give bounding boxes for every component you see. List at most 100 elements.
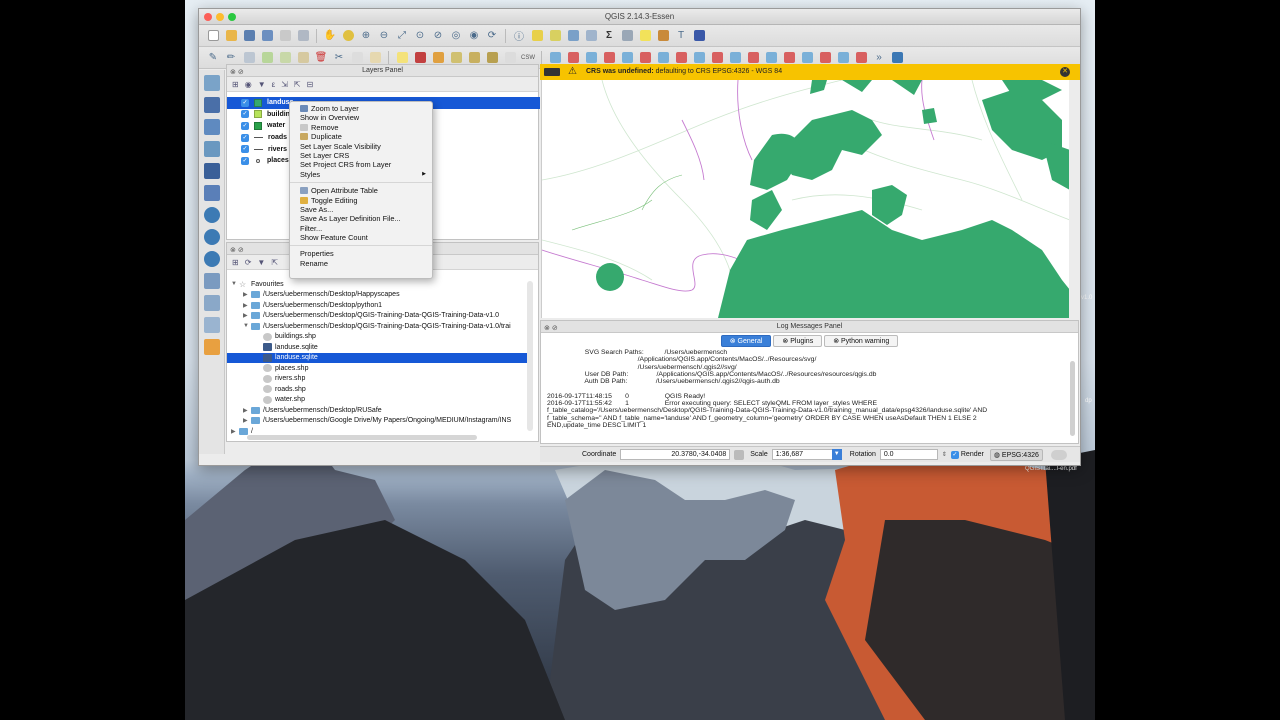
zoom-window-button[interactable] <box>228 13 236 21</box>
log-panel-close-icon[interactable]: ⊗⊘ <box>544 323 560 335</box>
expand-all-icon[interactable]: ⇲ <box>281 80 288 89</box>
browser-item[interactable]: rivers.shp <box>227 374 538 385</box>
layer-visibility-checkbox[interactable]: ✓ <box>241 110 249 119</box>
remove-layer-icon[interactable]: ⊟ <box>307 80 314 89</box>
layer-visibility-checkbox[interactable]: ✓ <box>241 133 249 142</box>
menu-item-save-as[interactable]: Save As... <box>290 205 432 214</box>
layer-visibility-checkbox[interactable]: ✓ <box>241 156 249 165</box>
browser-item[interactable]: landuse.sqlite <box>227 342 538 353</box>
attribute-table-icon[interactable] <box>583 28 599 44</box>
crs-status-button[interactable]: ◍ EPSG:4326 <box>989 448 1043 461</box>
menu-item-set-layer-scale-visibility[interactable]: Set Layer Scale Visibility <box>290 142 432 151</box>
expand-arrow-icon[interactable]: ▼ <box>231 281 239 287</box>
layer-visibility-checkbox[interactable]: ✓ <box>241 145 249 154</box>
expand-arrow-icon[interactable]: ▼ <box>243 323 251 329</box>
zoom-last-icon[interactable]: ◎ <box>448 28 464 44</box>
layer-visibility-checkbox[interactable]: ✓ <box>241 98 249 107</box>
current-edits-icon[interactable]: ✎ <box>205 50 221 66</box>
add-delimited-text-icon[interactable] <box>204 273 220 289</box>
manage-visibility-icon[interactable]: ◉ <box>245 80 252 89</box>
browser-item[interactable]: ▶ /Users/uebermensch/Google Drive/My Pape… <box>227 416 538 427</box>
browser-item[interactable]: ▶ /Users/uebermensch/Desktop/RUSafe <box>227 405 538 416</box>
expand-arrow-icon[interactable]: ▶ <box>243 407 251 414</box>
toggle-extents-icon[interactable] <box>734 449 745 460</box>
open-project-icon[interactable] <box>223 28 239 44</box>
add-wcs-layer-icon[interactable] <box>204 229 220 245</box>
select-features-icon[interactable] <box>529 28 545 44</box>
text-annotation-icon[interactable]: T <box>673 28 689 44</box>
coordinate-field[interactable]: 20.3780,-34.0408 <box>620 449 731 460</box>
scale-dropdown-icon[interactable]: ▼ <box>831 449 842 460</box>
menu-item-set-project-crs-from-layer[interactable]: Set Project CRS from Layer <box>290 160 432 169</box>
collapse-all-icon[interactable]: ⇱ <box>294 80 301 89</box>
message-bar-toggle-icon[interactable] <box>544 68 560 76</box>
refresh-icon[interactable]: ⟳ <box>484 28 500 44</box>
zoom-to-selection-icon[interactable]: ⊙ <box>412 28 428 44</box>
help-icon[interactable] <box>691 28 707 44</box>
statistics-sigma-icon[interactable]: Σ <box>601 28 617 44</box>
zoom-full-icon[interactable]: ⤢ <box>394 28 410 44</box>
map-canvas[interactable] <box>541 80 1069 318</box>
pan-hand-icon[interactable]: ✋ <box>322 28 338 44</box>
save-as-icon[interactable] <box>259 28 275 44</box>
scale-combobox[interactable]: 1:36,687 ▼ <box>771 449 842 460</box>
browser-panel-close-icon[interactable]: ⊗⊘ <box>230 245 246 257</box>
browser-item[interactable]: roads.shp <box>227 384 538 395</box>
menu-item-duplicate[interactable]: Duplicate <box>290 132 432 141</box>
menu-item-styles[interactable]: Styles ▶ <box>290 170 432 179</box>
filter-legend-icon[interactable]: ▼ <box>258 80 266 89</box>
add-spatialite-layer-icon[interactable] <box>204 141 220 157</box>
rotation-field[interactable]: 0.0 <box>879 449 938 460</box>
add-oracle-layer-icon[interactable] <box>204 185 220 201</box>
close-warning-icon[interactable]: ✕ <box>1060 67 1070 77</box>
log-tab-python-warning[interactable]: ⊗ Python warning <box>824 335 899 347</box>
zoom-out-icon[interactable]: ⊖ <box>376 28 392 44</box>
desktop-file-label[interactable]: QGISTrai....l-en.pdf <box>1025 466 1077 472</box>
browser-item[interactable]: ▼ /Users/uebermensch/Desktop/QGIS-Trainin… <box>227 321 538 332</box>
expand-arrow-icon[interactable]: ▶ <box>243 312 251 319</box>
map-tips-icon[interactable] <box>637 28 653 44</box>
menu-item-open-attribute-table[interactable]: Open Attribute Table <box>290 186 432 195</box>
expand-arrow-icon[interactable]: ▶ <box>231 428 239 435</box>
menu-item-toggle-editing[interactable]: Toggle Editing <box>290 196 432 205</box>
menu-item-remove[interactable]: Remove <box>290 123 432 132</box>
pan-to-selection-icon[interactable] <box>340 28 356 44</box>
add-group-icon[interactable]: ⊞ <box>232 80 239 89</box>
new-shapefile-icon[interactable] <box>204 317 220 333</box>
add-raster-layer-icon[interactable] <box>204 97 220 113</box>
layers-panel-close-icon[interactable]: ⊗⊘ <box>230 67 246 79</box>
menu-item-zoom-to-layer[interactable]: Zoom to Layer <box>290 104 432 113</box>
measure-icon[interactable] <box>619 28 635 44</box>
browser-item[interactable]: landuse.sqlite <box>227 352 531 363</box>
add-vector-layer-icon[interactable] <box>204 75 220 91</box>
bookmarks-icon[interactable] <box>655 28 671 44</box>
expand-arrow-icon[interactable]: ▶ <box>243 417 251 424</box>
browser-item[interactable]: places.shp <box>227 363 538 374</box>
tab-close-icon[interactable]: ⊗ <box>730 338 738 345</box>
browser-collapse-icon[interactable]: ⇱ <box>271 258 278 267</box>
zoom-in-icon[interactable]: ⊕ <box>358 28 374 44</box>
log-tab-general[interactable]: ⊗ General <box>720 335 772 347</box>
add-postgis-layer-icon[interactable] <box>204 119 220 135</box>
browser-item[interactable]: water.shp <box>227 395 538 406</box>
browser-filter-icon[interactable]: ▼ <box>257 258 265 267</box>
browser-item[interactable]: ▶ /Users/uebermensch/Desktop/Happyscapes <box>227 290 538 301</box>
add-mssql-layer-icon[interactable] <box>204 163 220 179</box>
browser-horizontal-scrollbar[interactable] <box>247 435 477 440</box>
composer-manager-icon[interactable] <box>295 28 311 44</box>
zoom-to-layer-icon[interactable]: ⊘ <box>430 28 446 44</box>
close-window-button[interactable] <box>204 13 212 21</box>
expand-arrow-icon[interactable]: ▶ <box>243 302 251 309</box>
filter-by-expression-icon[interactable]: ε <box>272 80 276 89</box>
menu-item-rename[interactable]: Rename <box>290 259 432 268</box>
browser-item[interactable]: ▼ ☆ Favourites <box>227 279 538 290</box>
deselect-icon[interactable] <box>547 28 563 44</box>
menu-item-show-in-overview[interactable]: Show in Overview <box>290 113 432 122</box>
add-virtual-layer-icon[interactable] <box>204 295 220 311</box>
log-scrollbar[interactable] <box>1070 361 1075 436</box>
messages-icon[interactable] <box>1050 449 1067 460</box>
save-project-icon[interactable] <box>241 28 257 44</box>
identify-icon[interactable]: ⓘ <box>511 28 527 44</box>
rotation-spinner-icon[interactable]: ⇕ <box>942 451 947 458</box>
zoom-next-icon[interactable]: ◉ <box>466 28 482 44</box>
